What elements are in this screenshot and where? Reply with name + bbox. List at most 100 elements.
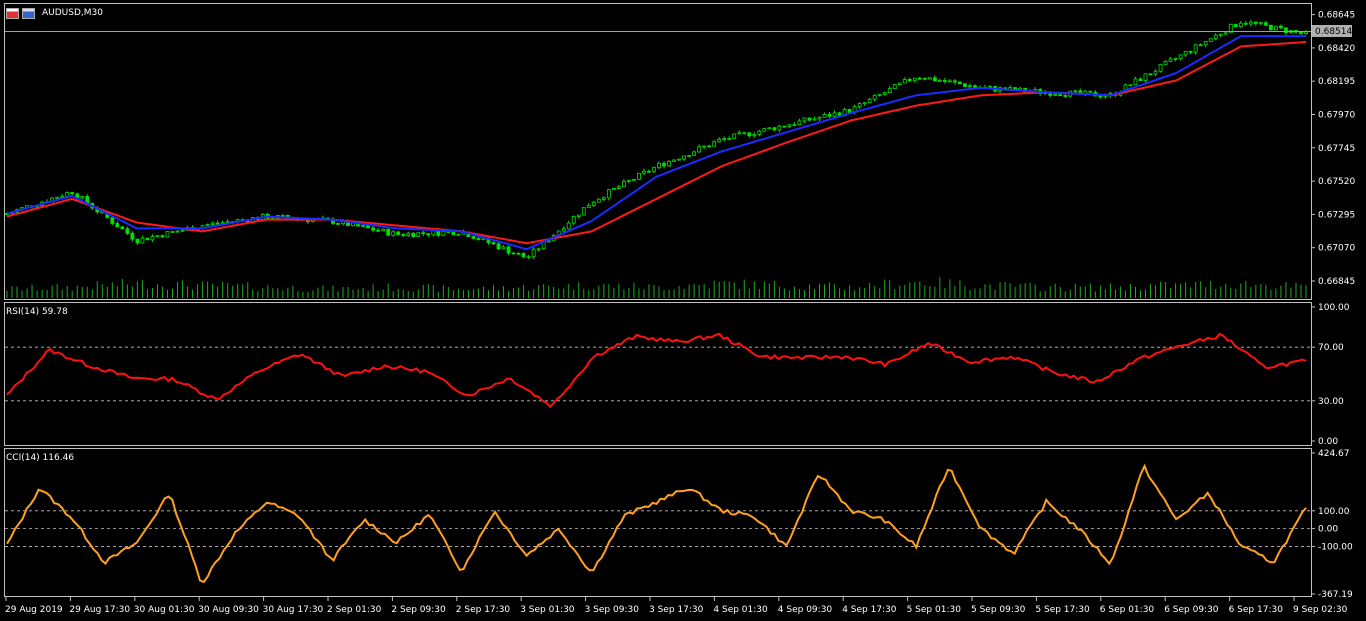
candle-body bbox=[426, 233, 431, 236]
candle-body bbox=[767, 127, 772, 130]
candle-body bbox=[381, 228, 386, 232]
candle-body bbox=[205, 224, 210, 227]
candle-body bbox=[757, 130, 762, 135]
candlesticks bbox=[5, 19, 1308, 260]
time-tick-label: 30 Aug 17:30 bbox=[263, 605, 324, 615]
candle-body bbox=[872, 94, 877, 100]
candle-body bbox=[1088, 90, 1093, 93]
candle-body bbox=[1143, 73, 1148, 81]
candle-body bbox=[822, 114, 827, 118]
candle-body bbox=[591, 201, 596, 206]
candle-body bbox=[606, 189, 611, 199]
cci-line bbox=[6, 463, 1307, 584]
candle-body bbox=[1063, 95, 1068, 97]
candle-body bbox=[65, 192, 70, 197]
candle-body bbox=[406, 232, 411, 236]
candle-body bbox=[1168, 58, 1173, 62]
candle-body bbox=[837, 112, 842, 116]
candle-body bbox=[922, 77, 927, 80]
candle-body bbox=[60, 195, 65, 198]
candle-body bbox=[927, 77, 932, 80]
time-tick-label: 4 Sep 09:30 bbox=[778, 605, 833, 615]
candle-body bbox=[762, 128, 767, 132]
candle-body bbox=[170, 231, 175, 233]
candle-body bbox=[637, 172, 641, 180]
candle-body bbox=[722, 138, 727, 140]
ma-slow-line bbox=[6, 41, 1307, 245]
candle-body bbox=[1248, 21, 1253, 25]
candle-body bbox=[476, 238, 481, 240]
price-tick-label: 0.68420 bbox=[1318, 44, 1355, 54]
candle-body bbox=[210, 222, 215, 225]
candle-body bbox=[717, 138, 722, 143]
candle-body bbox=[621, 180, 626, 188]
candle-body bbox=[361, 225, 365, 227]
candle-body bbox=[662, 162, 666, 167]
time-tick-label: 6 Sep 09:30 bbox=[1164, 605, 1219, 615]
candle-body bbox=[882, 92, 887, 95]
candle-body bbox=[968, 85, 972, 88]
candle-body bbox=[1058, 94, 1063, 96]
cci-levels bbox=[5, 510, 1311, 547]
cci-axis: 424.67 100.00 0.00 -100.00 -367.19 bbox=[1311, 449, 1353, 600]
candle-body bbox=[80, 196, 85, 199]
candle-body bbox=[942, 80, 947, 82]
candle-body bbox=[988, 86, 992, 88]
candle-body bbox=[642, 170, 646, 174]
candle-body bbox=[120, 226, 125, 230]
time-tick-label: 30 Aug 09:30 bbox=[198, 605, 259, 615]
candle-body bbox=[747, 132, 752, 137]
candle-body bbox=[1173, 58, 1178, 60]
candle-body bbox=[386, 228, 391, 236]
candle-body bbox=[657, 162, 661, 168]
candle-body bbox=[611, 187, 616, 191]
candle-body bbox=[165, 231, 170, 238]
time-tick-label: 3 Sep 01:30 bbox=[520, 605, 575, 615]
indicator-tick-label: -367.19 bbox=[1318, 590, 1353, 600]
time-tick-label: 2 Sep 17:30 bbox=[456, 605, 511, 615]
candle-body bbox=[1188, 51, 1193, 53]
cci-panel-frame bbox=[4, 448, 1312, 597]
candle-body bbox=[511, 252, 516, 255]
candle-body bbox=[501, 246, 506, 250]
candle-body bbox=[376, 229, 381, 232]
candle-body bbox=[391, 231, 396, 236]
candle-body bbox=[742, 132, 747, 135]
time-tick-label: 6 Sep 01:30 bbox=[1100, 605, 1155, 615]
candle-body bbox=[536, 248, 541, 251]
candle-body bbox=[877, 94, 882, 96]
rsi-line bbox=[6, 332, 1307, 409]
price-axis: 0.68645 0.68420 0.68195 0.67970 0.67745 0.675… bbox=[1311, 11, 1355, 287]
candle-body bbox=[902, 79, 907, 84]
candle-body bbox=[897, 82, 902, 85]
time-tick-label: 2 Sep 01:30 bbox=[327, 605, 382, 615]
candle-body bbox=[702, 145, 707, 148]
candle-body bbox=[857, 103, 862, 108]
price-tick-label: 0.68195 bbox=[1318, 77, 1355, 87]
candle-body bbox=[596, 198, 601, 203]
candle-body bbox=[777, 125, 782, 131]
candle-body bbox=[1233, 23, 1238, 27]
candle-body bbox=[632, 178, 636, 181]
candle-body bbox=[70, 192, 75, 195]
candle-body bbox=[652, 166, 656, 172]
candle-body bbox=[616, 186, 621, 189]
candle-body bbox=[140, 237, 145, 244]
time-tick-label: 3 Sep 17:30 bbox=[649, 605, 704, 615]
candle-body bbox=[215, 222, 220, 225]
candle-body bbox=[1178, 54, 1183, 59]
current-price-label: 0.68514 bbox=[1315, 27, 1352, 37]
candle-body bbox=[566, 222, 571, 230]
candle-body bbox=[280, 214, 285, 217]
candle-body bbox=[506, 246, 511, 254]
time-tick-label: 5 Sep 17:30 bbox=[1035, 605, 1090, 615]
candle-body bbox=[1198, 44, 1203, 47]
candle-body bbox=[912, 77, 917, 82]
candle-body bbox=[150, 236, 155, 241]
rsi-axis: 100.00 70.00 30.00 0.00 bbox=[1311, 303, 1350, 447]
candle-body bbox=[737, 132, 742, 135]
candle-body bbox=[1133, 78, 1138, 86]
trading-chart[interactable]: 0.68514 0.68645 0.68420 0.68195 0.67970 0.67… bbox=[0, 0, 1366, 621]
candle-body bbox=[396, 231, 401, 235]
candle-body bbox=[802, 117, 807, 122]
